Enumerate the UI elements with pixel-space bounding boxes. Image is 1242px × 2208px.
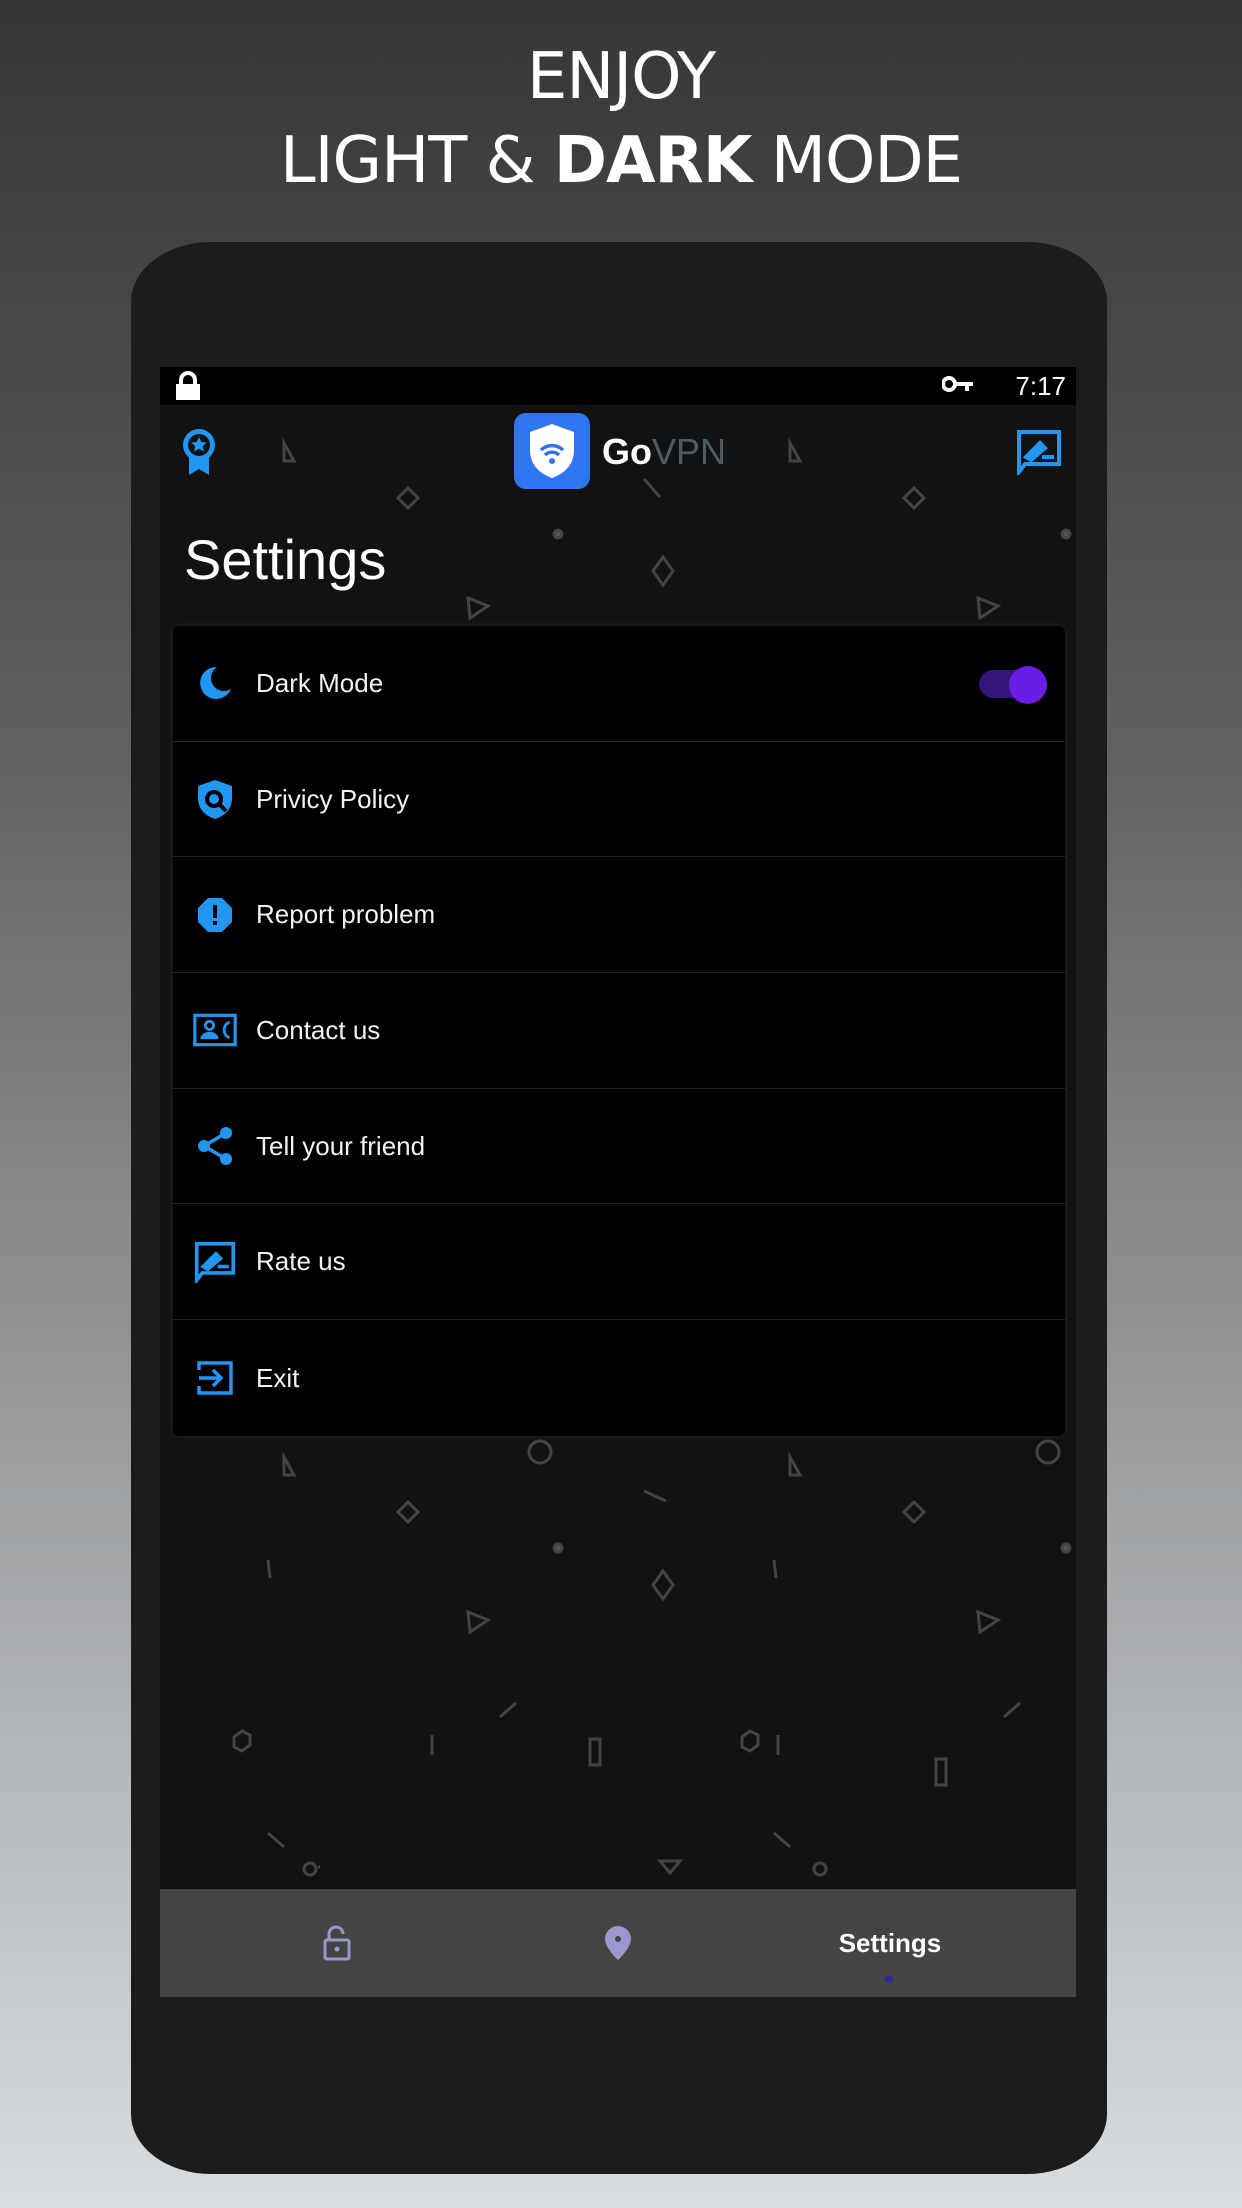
rate-feedback-icon (193, 1240, 237, 1284)
app-brand-name: GoVPN (602, 431, 726, 473)
promo-text: MODE (751, 124, 963, 198)
share-icon (193, 1124, 237, 1168)
settings-item-dark-mode[interactable]: Dark Mode (173, 626, 1065, 742)
settings-item-label: Tell your friend (256, 1130, 426, 1161)
settings-item-exit[interactable]: Exit (173, 1320, 1065, 1436)
contact-card-icon (193, 1008, 237, 1052)
alert-octagon-icon (193, 893, 237, 937)
nav-tab-label: Settings (838, 1927, 942, 1958)
brand-light: VPN (652, 431, 727, 472)
settings-item-label: Rate us (256, 1246, 346, 1277)
app-logo (514, 413, 590, 489)
settings-item-label: Exit (256, 1362, 300, 1393)
nav-tab-connect[interactable] (187, 1889, 487, 1997)
vpn-key-icon (942, 376, 973, 392)
settings-item-privacy-policy[interactable]: Privicy Policy (173, 742, 1065, 858)
promo-text: LIGHT & (279, 124, 554, 198)
settings-item-label: Contact us (256, 1014, 381, 1045)
promo-line-2: LIGHT & DARK MODE (0, 124, 1242, 198)
shield-search-icon (193, 777, 237, 821)
moon-icon (193, 661, 237, 705)
settings-item-label: Report problem (256, 899, 436, 930)
settings-item-tell-your-friend[interactable]: Tell your friend (173, 1089, 1065, 1205)
settings-item-label: Privicy Policy (256, 783, 410, 814)
nav-tab-settings[interactable]: Settings (740, 1889, 1040, 1997)
dark-mode-toggle[interactable] (979, 666, 1047, 704)
exit-icon (193, 1356, 237, 1400)
settings-card: Dark Mode Privicy Policy Report problem … (173, 626, 1065, 1436)
nav-tab-locations[interactable] (468, 1889, 768, 1997)
status-time: 7:17 (1015, 371, 1066, 401)
page-title: Settings (184, 528, 387, 591)
lock-icon (176, 371, 200, 400)
rate-feedback-icon[interactable] (1016, 429, 1062, 475)
bottom-navigation: Settings (160, 1889, 1076, 1997)
settings-item-label: Dark Mode (256, 667, 384, 698)
shield-wifi-icon (530, 424, 574, 478)
unlock-icon (323, 1925, 351, 1961)
status-bar: 7:17 (160, 367, 1076, 405)
active-indicator (885, 1975, 893, 1983)
brand-bold: Go (602, 431, 652, 472)
settings-item-contact-us[interactable]: Contact us (173, 973, 1065, 1089)
award-badge-icon[interactable] (180, 427, 218, 477)
toggle-thumb (1009, 666, 1047, 704)
app-screen: 7:17 GoVPN Settings Dark Mode Privicy Po… (160, 367, 1076, 1997)
location-pin-icon (605, 1926, 631, 1960)
settings-item-rate-us[interactable]: Rate us (173, 1205, 1065, 1321)
settings-item-report-problem[interactable]: Report problem (173, 857, 1065, 974)
promo-line-1: ENJOY (526, 40, 716, 114)
promo-bold-text: DARK (553, 124, 753, 198)
